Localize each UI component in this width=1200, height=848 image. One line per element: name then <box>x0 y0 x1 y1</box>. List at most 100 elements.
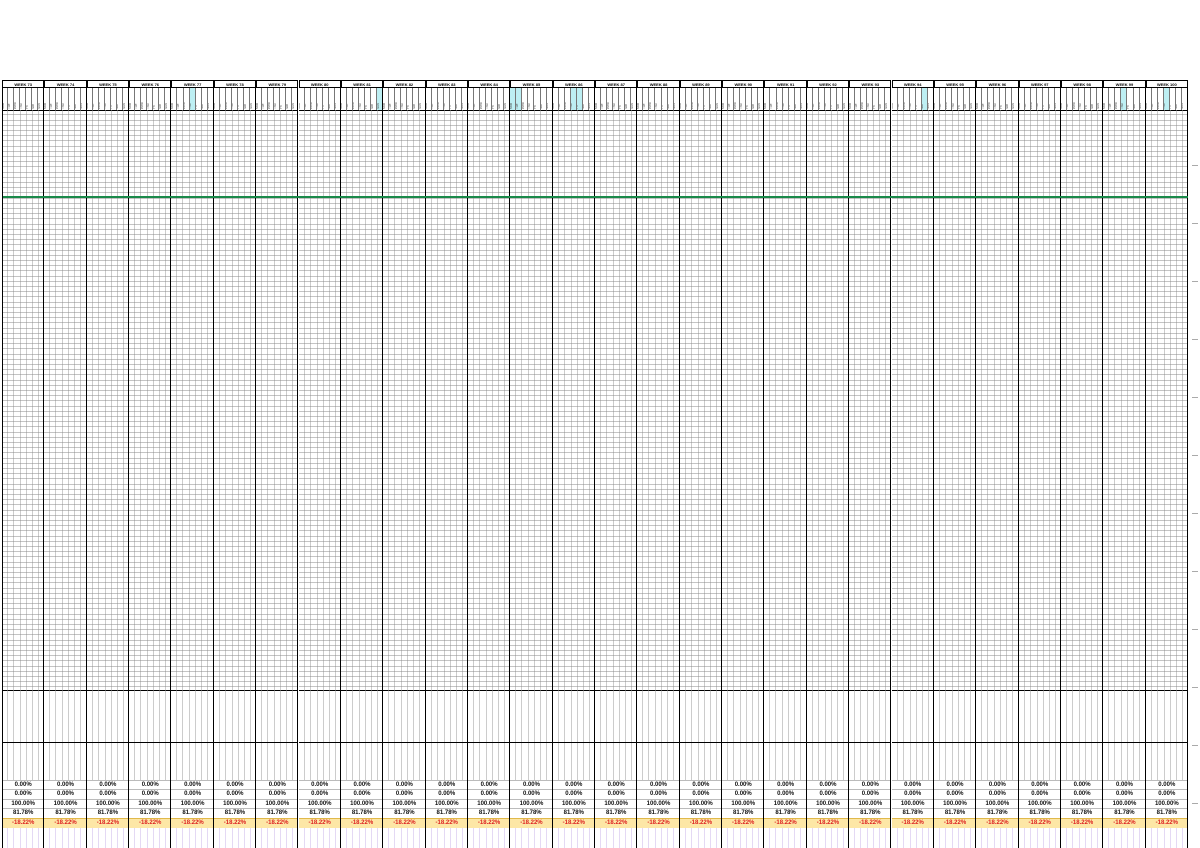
week-header[interactable]: WEEK 81 <box>340 80 384 88</box>
day-label: Sat <box>1175 104 1179 109</box>
week-header[interactable]: WEEK 95 <box>933 80 977 88</box>
day-header-row: Mon Tue Wed Thu Fri Sat Sun <box>679 88 723 111</box>
week-header[interactable]: WEEK 73 <box>2 80 45 88</box>
week-header[interactable]: WEEK 75 <box>86 80 130 88</box>
day-label: Wed <box>395 102 398 110</box>
week-header[interactable]: WEEK 92 <box>806 80 850 88</box>
week-header[interactable]: WEEK 86 <box>552 80 595 88</box>
day-label: Wed <box>691 102 695 110</box>
summary-row5: -18.22% <box>510 817 553 828</box>
week-header[interactable]: WEEK 97 <box>1018 80 1061 88</box>
week-header[interactable]: WEEK 74 <box>44 80 87 88</box>
week-header[interactable]: WEEK 89 <box>679 80 723 88</box>
day-label: Sat <box>1048 104 1052 109</box>
rotated-percent-band <box>510 742 553 781</box>
day-label: Thu <box>528 103 531 110</box>
week-header[interactable]: WEEK 98 <box>1060 80 1104 88</box>
day-label: Wed <box>776 102 780 110</box>
week-header[interactable]: WEEK 79 <box>256 80 299 88</box>
summary-row5: -18.22% <box>722 817 765 828</box>
day-label: Sun <box>588 103 592 109</box>
day-header-row: Mon Tue Wed Thu Fri Sat Sun <box>1103 88 1146 111</box>
rotated-values-band <box>849 690 892 742</box>
rotated-percent-band <box>298 742 341 781</box>
day-label: Thu <box>1036 103 1040 110</box>
week-header[interactable]: WEEK 88 <box>637 80 680 88</box>
week-header[interactable]: WEEK 84 <box>467 80 511 88</box>
day-label: Tue <box>601 103 604 109</box>
rotated-percent-band <box>2 742 45 781</box>
rotated-values-band <box>256 690 299 742</box>
week-header[interactable]: WEEK 82 <box>383 80 426 88</box>
day-header-row: Mon Tue Wed Thu Fri Sat Sun <box>129 88 172 111</box>
day-label: Sun <box>1181 103 1185 109</box>
week-header[interactable]: WEEK 87 <box>595 80 638 88</box>
day-label: Fri <box>619 105 622 109</box>
day-label: Sat <box>371 104 374 109</box>
rotated-percent-band <box>1145 742 1188 781</box>
rotated-values-band <box>933 690 977 742</box>
week-header[interactable]: WEEK 78 <box>213 80 257 88</box>
week-header[interactable]: WEEK 96 <box>976 80 1019 88</box>
rotated-values-band <box>764 690 807 742</box>
bottom-band <box>2 828 45 848</box>
summary-row5: -18.22% <box>256 817 299 828</box>
summary-row5: -18.22% <box>129 817 172 828</box>
day-label: Sat <box>1091 104 1094 109</box>
day-label: Fri <box>492 105 495 109</box>
baseline-line <box>2 196 1188 198</box>
day-label: Tue <box>897 103 901 109</box>
day-label: Wed <box>861 102 864 110</box>
summary-row5: -18.22% <box>171 817 214 828</box>
week-header[interactable]: WEEK 100 <box>1145 80 1188 88</box>
summary-row5: -18.22% <box>764 817 807 828</box>
day-label: Thu <box>1079 103 1082 110</box>
day-label: Sun <box>292 103 295 109</box>
rotated-values-band <box>891 690 934 742</box>
day-header-row: Mon Tue Wed Thu Fri Sat Sun <box>891 88 934 111</box>
day-label: Mon <box>44 102 47 109</box>
week-header[interactable]: WEEK 99 <box>1103 80 1146 88</box>
day-label: Thu <box>1121 103 1124 110</box>
day-label: Mon <box>510 102 513 109</box>
rotated-percent-band <box>933 742 977 781</box>
day-label: Fri <box>830 105 834 109</box>
day-label: Mon <box>425 102 429 109</box>
week-header[interactable]: WEEK 76 <box>129 80 172 88</box>
day-label: Tue <box>728 103 731 109</box>
day-label: Sun <box>207 103 211 109</box>
bottom-band <box>764 828 807 848</box>
week-header[interactable]: WEEK 93 <box>849 80 892 88</box>
week-header[interactable]: WEEK 83 <box>425 80 468 88</box>
day-label: Sun <box>546 103 550 109</box>
day-label: Fri <box>873 105 876 109</box>
day-label: Wed <box>818 102 822 110</box>
week-header[interactable]: WEEK 85 <box>510 80 553 88</box>
day-label: Thu <box>740 103 743 110</box>
day-header-row: Mon Tue Wed Thu Fri Sat Sun <box>595 88 638 111</box>
rotated-percent-band <box>86 742 130 781</box>
day-label: Sat <box>709 104 713 109</box>
rotated-values-band <box>44 690 87 742</box>
day-header-row: Mon Tue Wed Thu Fri Sat Sun <box>933 88 977 111</box>
day-label: Sat <box>625 104 628 109</box>
week-header[interactable]: WEEK 90 <box>722 80 765 88</box>
summary-row5: -18.22% <box>976 817 1019 828</box>
day-label: Sat <box>413 104 416 109</box>
summary-row5: -18.22% <box>298 817 341 828</box>
day-label: Fri <box>280 105 283 109</box>
bottom-band <box>86 828 130 848</box>
day-header-row: Mon Tue Wed Thu Fri Sat Sun <box>340 88 384 111</box>
day-label: Thu <box>20 103 23 110</box>
day-label: Thu <box>824 103 828 110</box>
day-header-row: Mon Tue Wed Thu Fri Sat Sun <box>1060 88 1104 111</box>
week-header[interactable]: WEEK 91 <box>764 80 807 88</box>
day-label: Wed <box>98 102 102 110</box>
summary-row5: -18.22% <box>213 817 257 828</box>
week-header[interactable]: WEEK 77 <box>171 80 214 88</box>
rotated-percent-band <box>383 742 426 781</box>
week-header[interactable]: WEEK 94 <box>891 80 934 88</box>
day-label: Sun <box>1054 103 1058 109</box>
week-header[interactable]: WEEK 80 <box>298 80 341 88</box>
rotated-percent-band <box>340 742 384 781</box>
